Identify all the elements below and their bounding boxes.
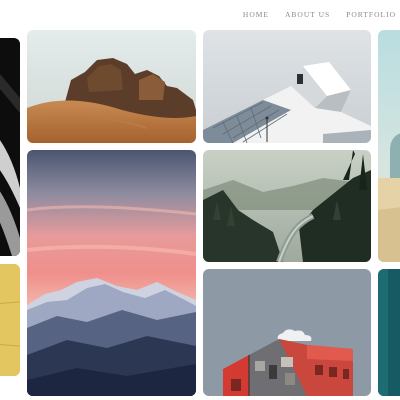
teal-wall-image bbox=[378, 269, 400, 396]
pink-sky-mountains-image bbox=[27, 150, 196, 396]
gallery-tile-arch[interactable] bbox=[378, 30, 400, 262]
gallery-tile-desert-rocks[interactable] bbox=[27, 30, 196, 143]
nav-portfolio-link[interactable]: PORTFOLIO bbox=[346, 10, 396, 22]
nav-about-us-link[interactable]: ABOUT US bbox=[285, 10, 330, 22]
desert-rocks-image bbox=[27, 30, 196, 143]
red-cube-building-image bbox=[203, 269, 371, 396]
gallery-tile-red-cube-building[interactable] bbox=[203, 269, 371, 396]
gallery-tile-forest-river[interactable] bbox=[203, 150, 371, 262]
staircase-image bbox=[0, 38, 20, 256]
top-navigation: HOME ABOUT US PORTFOLIO bbox=[243, 10, 400, 22]
forest-river-image bbox=[203, 150, 371, 262]
nav-home-link[interactable]: HOME bbox=[243, 10, 269, 22]
yellow-wall-image bbox=[0, 264, 20, 376]
gallery-tile-dark-staircase[interactable] bbox=[0, 38, 20, 256]
gallery-tile-yellow-wall[interactable] bbox=[0, 264, 20, 376]
modern-building-image bbox=[203, 30, 371, 143]
arch-image bbox=[378, 30, 400, 262]
gallery-tile-pink-sky-mountains[interactable] bbox=[27, 150, 196, 396]
gallery-tile-teal-wall[interactable] bbox=[378, 269, 400, 396]
gallery-tile-modern-building[interactable] bbox=[203, 30, 371, 143]
